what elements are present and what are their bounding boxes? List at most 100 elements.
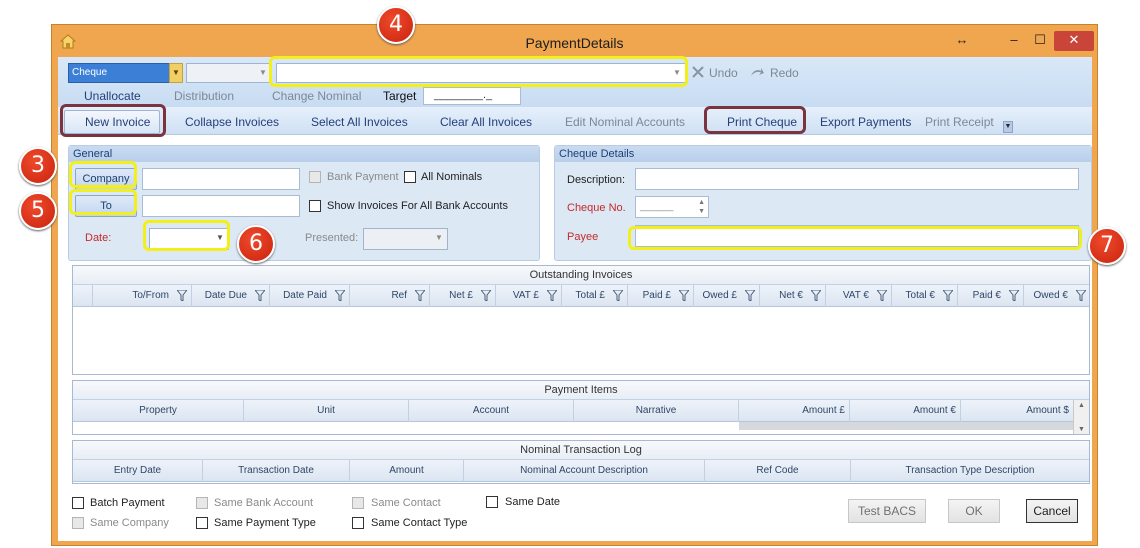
column-owed-eur[interactable]: Owed €: [1024, 285, 1090, 307]
payee-label: Payee: [567, 231, 599, 243]
distribution-link[interactable]: Distribution: [174, 89, 234, 103]
show-invoices-all-banks-label: Show Invoices For All Bank Accounts: [327, 200, 508, 212]
show-invoices-all-banks-checkbox[interactable]: [309, 200, 321, 212]
all-nominals-checkbox[interactable]: [404, 171, 416, 183]
payment-type-dropdown-arrow[interactable]: ▼: [169, 63, 183, 83]
description-field[interactable]: [635, 168, 1079, 190]
payment-type-combo[interactable]: Cheque: [68, 63, 180, 83]
target-field[interactable]: ________._: [423, 87, 521, 105]
undo-button[interactable]: Undo: [709, 66, 738, 80]
filter-icon[interactable]: [1009, 290, 1019, 301]
column-net-gbp[interactable]: Net £: [430, 285, 496, 307]
outstanding-invoices-title: Outstanding Invoices: [73, 266, 1089, 285]
column-vat-eur[interactable]: VAT €: [826, 285, 892, 307]
highlight-date-picker: [143, 220, 230, 251]
filter-icon[interactable]: [745, 290, 755, 301]
filter-icon[interactable]: [255, 290, 265, 301]
maximize-button[interactable]: ☐: [1028, 31, 1052, 51]
same-contact-type-checkbox[interactable]: [352, 517, 364, 529]
minimize-button[interactable]: –: [1000, 31, 1028, 51]
column-amount-usd[interactable]: Amount $: [961, 400, 1073, 422]
filter-icon[interactable]: [613, 290, 623, 301]
filter-icon[interactable]: [679, 290, 689, 301]
close-button[interactable]: ✕: [1054, 31, 1094, 51]
same-company-checkbox[interactable]: [72, 517, 84, 529]
ribbon-item-edit-nominal-accounts[interactable]: Edit Nominal Accounts: [565, 115, 685, 129]
column-ref[interactable]: Ref: [350, 285, 430, 307]
column-nominal-account-description[interactable]: Nominal Account Description: [464, 460, 705, 482]
cheque-no-field[interactable]: ______ ▲ ▼: [635, 196, 709, 218]
filter-icon[interactable]: [335, 290, 345, 301]
title-bar[interactable]: PaymentDetails ↔ – ☐ ✕: [52, 25, 1097, 58]
column-amount-gbp[interactable]: Amount £: [739, 400, 850, 422]
ribbon-bar: New Invoice Collapse Invoices Select All…: [58, 107, 1092, 135]
company-field[interactable]: [142, 168, 300, 190]
column-date-paid[interactable]: Date Paid: [270, 285, 350, 307]
same-date-checkbox[interactable]: [486, 496, 498, 508]
test-bacs-button[interactable]: Test BACS: [848, 499, 926, 523]
filter-icon[interactable]: [177, 290, 187, 301]
ribbon-item-collapse-invoices[interactable]: Collapse Invoices: [185, 115, 279, 129]
column-paid-gbp[interactable]: Paid £: [628, 285, 694, 307]
general-group: General Company To Bank Payment All Nomi…: [68, 145, 540, 261]
spinner-icon[interactable]: ▲ ▼: [698, 198, 705, 216]
row-selector-column: [73, 285, 93, 307]
column-unit[interactable]: Unit: [244, 400, 409, 422]
payment-items-title: Payment Items: [73, 381, 1089, 400]
same-company-label: Same Company: [90, 517, 169, 529]
column-amount-eur[interactable]: Amount €: [850, 400, 961, 422]
change-nominal-link[interactable]: Change Nominal: [272, 89, 361, 103]
highlight-print-cheque: [704, 106, 806, 134]
column-to-from[interactable]: To/From: [93, 285, 192, 307]
filter-icon[interactable]: [415, 290, 425, 301]
same-bank-account-label: Same Bank Account: [214, 497, 314, 509]
column-amount[interactable]: Amount: [350, 460, 464, 482]
redo-button[interactable]: Redo: [770, 66, 799, 80]
column-owed-gbp[interactable]: Owed £: [694, 285, 760, 307]
filter-icon[interactable]: [811, 290, 821, 301]
ok-button[interactable]: OK: [948, 499, 1000, 523]
filter-icon[interactable]: [481, 290, 491, 301]
resize-icon[interactable]: ↔: [950, 31, 974, 51]
presented-picker[interactable]: ▼: [363, 228, 448, 250]
column-net-eur[interactable]: Net €: [760, 285, 826, 307]
column-entry-date[interactable]: Entry Date: [73, 460, 203, 482]
highlight-account-combo: [269, 56, 688, 87]
column-account[interactable]: Account: [409, 400, 574, 422]
ribbon-overflow-icon[interactable]: ▼: [1003, 121, 1013, 133]
column-date-due[interactable]: Date Due: [192, 285, 270, 307]
column-property[interactable]: Property: [73, 400, 244, 422]
ribbon-item-print-receipt[interactable]: Print Receipt: [925, 115, 994, 129]
nominal-log-header: Entry Date Transaction Date Amount Nomin…: [73, 460, 1089, 482]
column-total-eur[interactable]: Total €: [892, 285, 958, 307]
filter-icon[interactable]: [547, 290, 557, 301]
undo-icon[interactable]: [692, 66, 704, 78]
column-paid-eur[interactable]: Paid €: [958, 285, 1024, 307]
batch-payment-checkbox[interactable]: [72, 497, 84, 509]
payment-items-scrollbar[interactable]: ▲ ▼: [1073, 400, 1089, 434]
same-bank-account-checkbox[interactable]: [196, 497, 208, 509]
filter-icon[interactable]: [877, 290, 887, 301]
date-label: Date:: [85, 232, 112, 244]
filter-icon[interactable]: [1076, 290, 1086, 301]
ribbon-item-select-all-invoices[interactable]: Select All Invoices: [311, 115, 408, 129]
payment-items-summary-row: [739, 422, 1073, 430]
to-field[interactable]: [142, 195, 300, 217]
column-ref-code[interactable]: Ref Code: [705, 460, 851, 482]
payment-items-header: Property Unit Account Narrative Amount £…: [73, 400, 1089, 422]
ribbon-item-export-payments[interactable]: Export Payments: [820, 115, 911, 129]
column-transaction-type-description[interactable]: Transaction Type Description: [851, 460, 1089, 482]
secondary-combo[interactable]: ▼: [186, 63, 272, 83]
same-payment-type-checkbox[interactable]: [196, 517, 208, 529]
column-vat-gbp[interactable]: VAT £: [496, 285, 562, 307]
column-narrative[interactable]: Narrative: [574, 400, 739, 422]
ribbon-item-clear-all-invoices[interactable]: Clear All Invoices: [440, 115, 532, 129]
filter-icon[interactable]: [943, 290, 953, 301]
unallocate-link[interactable]: Unallocate: [84, 89, 141, 103]
same-contact-checkbox[interactable]: [352, 497, 364, 509]
bank-payment-checkbox[interactable]: [309, 171, 321, 183]
column-transaction-date[interactable]: Transaction Date: [203, 460, 350, 482]
cancel-button[interactable]: Cancel: [1026, 499, 1078, 523]
column-total-gbp[interactable]: Total £: [562, 285, 628, 307]
redo-icon[interactable]: [749, 66, 765, 78]
